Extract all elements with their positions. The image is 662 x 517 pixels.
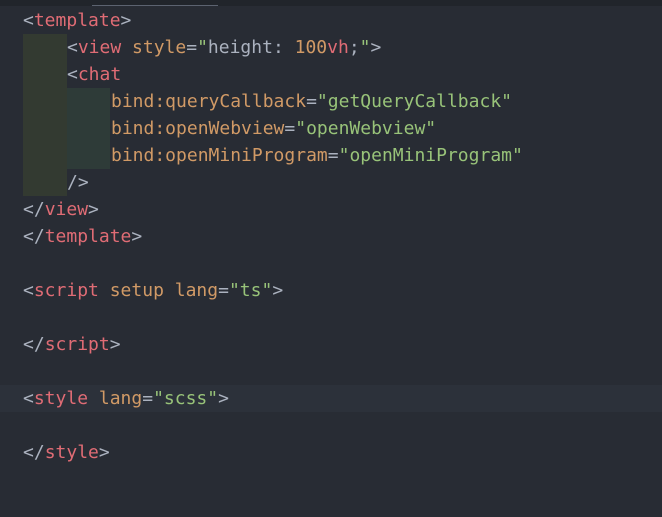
string-quote: " (295, 118, 307, 139)
string-quote: " (207, 388, 219, 409)
string-quote: " (425, 118, 437, 139)
string-quote: " (197, 37, 208, 58)
code-line-2[interactable]: <view style="height: 100vh;"> (0, 34, 662, 61)
punct: > (370, 37, 382, 58)
punct (99, 280, 110, 301)
string-quote: " (359, 37, 371, 58)
string-quote: " (338, 145, 350, 166)
punct: > (88, 199, 99, 220)
code-line-6[interactable]: bind:openMiniProgram="openMiniProgram" (0, 142, 662, 169)
tag-name: view (77, 37, 122, 58)
attribute-name: bind:queryCallback (111, 91, 307, 112)
punct (164, 280, 175, 301)
code-line-16-empty[interactable] (0, 412, 662, 439)
punct: </ (23, 442, 45, 463)
tag-name: script (44, 334, 110, 355)
code-line-4[interactable]: bind:queryCallback="getQueryCallback" (0, 88, 662, 115)
code-line-3[interactable]: <chat (0, 61, 662, 88)
string-part: ; (348, 37, 360, 58)
string-value: ts (239, 280, 262, 301)
punct: > (272, 280, 284, 301)
punct: < (23, 10, 34, 31)
tag-name: script (33, 280, 99, 301)
active-tab-indicator (92, 5, 218, 6)
string-value: scss (163, 388, 208, 409)
punct: > (109, 334, 121, 355)
tag-name: style (44, 442, 99, 463)
tag-name: template (44, 226, 132, 247)
punct: = (142, 388, 154, 409)
code-line-7[interactable]: /> (0, 169, 662, 196)
punct: < (23, 280, 34, 301)
string-quote: " (501, 91, 512, 112)
punct (121, 37, 132, 58)
tag-name: style (33, 388, 89, 409)
code-content[interactable]: <template> <view style="height: 100vh;">… (0, 7, 662, 466)
code-line-5[interactable]: bind:openWebview="openWebview" (0, 115, 662, 142)
code-line-1[interactable]: <template> (0, 7, 662, 34)
punct: = (327, 145, 339, 166)
string-quote: " (512, 145, 523, 166)
string-value: getQueryCallback (327, 91, 502, 112)
code-line-8[interactable]: </view> (0, 196, 662, 223)
punct: = (218, 280, 229, 301)
string-number: 100 (294, 37, 328, 58)
punct: = (284, 118, 296, 139)
tag-name: view (44, 199, 89, 220)
self-closing-tag: /> (67, 172, 89, 193)
punct: = (306, 91, 317, 112)
code-line-11[interactable]: <script setup lang="ts"> (0, 277, 662, 304)
code-line-9[interactable]: </template> (0, 223, 662, 250)
code-editor[interactable]: <template> <view style="height: 100vh;">… (0, 0, 662, 517)
punct: = (186, 37, 198, 58)
attribute-name: bind:openMiniProgram (111, 145, 328, 166)
punct: > (131, 226, 143, 247)
attribute-name: lang (98, 388, 143, 409)
punct: < (67, 37, 78, 58)
punct: </ (23, 226, 45, 247)
code-line-14-empty[interactable] (0, 358, 662, 385)
punct: < (23, 388, 34, 409)
string-quote: " (153, 388, 164, 409)
code-line-15[interactable]: <style lang="scss"> (0, 385, 662, 412)
attribute-name: setup (109, 280, 164, 301)
string-value: openMiniProgram (349, 145, 512, 166)
code-line-10-empty[interactable] (0, 250, 662, 277)
attribute-name: lang (174, 280, 219, 301)
punct: > (120, 10, 132, 31)
tag-name: chat (77, 64, 122, 85)
string-quote: " (261, 280, 273, 301)
code-line-17[interactable]: </style> (0, 439, 662, 466)
string-part: height: (207, 37, 295, 58)
punct: > (98, 442, 110, 463)
attribute-name: bind:openWebview (111, 118, 285, 139)
punct: < (67, 64, 78, 85)
attribute-name: style (132, 37, 187, 58)
punct (88, 388, 99, 409)
string-quote: " (316, 91, 328, 112)
string-quote: " (228, 280, 240, 301)
tag-name: template (33, 10, 121, 31)
code-line-13[interactable]: </script> (0, 331, 662, 358)
punct: > (218, 388, 229, 409)
punct: </ (23, 199, 45, 220)
punct: </ (23, 334, 45, 355)
string-value: openWebview (306, 118, 426, 139)
string-unit: vh (327, 37, 349, 58)
code-line-12-empty[interactable] (0, 304, 662, 331)
